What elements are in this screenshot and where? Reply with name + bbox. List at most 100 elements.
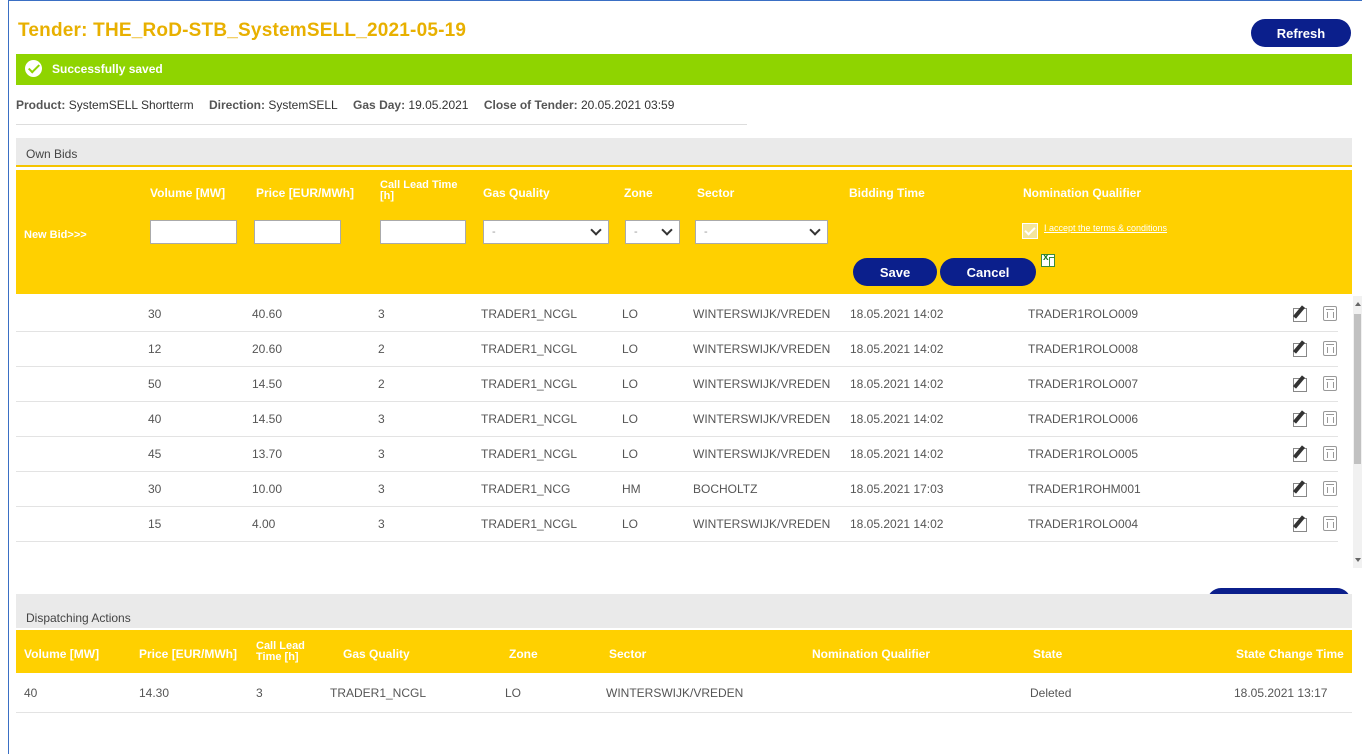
new-bid-label: New Bid>>> [24,229,87,241]
cell-zone: LO [622,377,639,391]
terms-checkbox[interactable] [1022,223,1038,239]
trash-icon[interactable] [1323,376,1337,391]
col-volume: Volume [MW] [150,186,226,200]
cell-nomination: TRADER1ROLO005 [1028,447,1139,461]
edit-icon[interactable] [1293,306,1307,322]
save-button[interactable]: Save [853,258,937,286]
cell-bidding-time: 18.05.2021 14:02 [850,342,944,356]
col-gas-quality: Gas Quality [483,186,550,200]
bids-scrollbar[interactable] [1353,296,1362,568]
price-input[interactable] [254,220,341,244]
edit-icon[interactable] [1293,446,1307,462]
trash-icon[interactable] [1323,341,1337,356]
scroll-thumb[interactable] [1354,314,1361,464]
dcol-gas-quality: Gas Quality [343,647,410,661]
cell-nomination: TRADER1ROLO008 [1028,342,1139,356]
cell-volume: 30 [148,482,162,496]
own-bids-header: Own Bids [16,138,1352,167]
cell-zone: LO [622,447,639,461]
chevron-down-icon [590,224,602,236]
col-sector: Sector [697,186,735,200]
cell-price: 14.50 [252,412,283,426]
cell-bidding-time: 18.05.2021 14:02 [850,447,944,461]
cell-zone: LO [622,517,639,531]
trash-icon[interactable] [1323,481,1337,496]
close-label: Close of Tender: [483,98,578,112]
dcol-state: State [1033,647,1063,661]
cell-price: 4.00 [252,517,276,531]
cell-gas-quality: TRADER1_NCGL [481,517,578,531]
cell-sector: WINTERSWIJK/VREDEN [693,342,831,356]
cell-sector: WINTERSWIJK/VREDEN [693,447,831,461]
trash-icon[interactable] [1323,516,1337,531]
cell-sector: BOCHOLTZ [693,482,758,496]
cell-zone: LO [622,342,639,356]
dcol-call-lead-line2: Time [h] [256,651,299,663]
cell-bidding-time: 18.05.2021 14:02 [850,377,944,391]
check-circle-icon [25,60,42,77]
direction-value: SystemSELL [268,98,338,112]
edit-icon[interactable] [1293,481,1307,497]
excel-export-icon[interactable] [1041,252,1055,267]
direction-label: Direction: [208,98,265,112]
dcell-call-lead: 3 [256,686,263,700]
zone-select[interactable]: - [625,220,680,244]
gasday-label: Gas Day: [353,98,406,112]
cell-zone: LO [622,307,639,321]
cell-volume: 50 [148,377,162,391]
cell-call-lead: 3 [378,482,385,496]
success-message: Successfully saved [52,62,163,76]
gasday-value: 19.05.2021 [408,98,469,112]
col-price: Price [EUR/MWh] [256,186,355,200]
dispatching-header [16,594,1352,602]
cell-sector: WINTERSWIJK/VREDEN [693,307,831,321]
cell-sector: WINTERSWIJK/VREDEN [693,517,831,531]
cell-price: 10.00 [252,482,283,496]
scroll-down-icon[interactable] [1355,558,1361,562]
dcell-state: Deleted [1030,686,1072,700]
dcol-nomination: Nomination Qualifier [812,647,931,661]
cell-volume: 12 [148,342,162,356]
edit-icon[interactable] [1293,411,1307,427]
gas-quality-select[interactable]: - [483,220,609,244]
cancel-button[interactable]: Cancel [940,258,1036,286]
cell-call-lead: 2 [378,377,385,391]
table-row: 40 14.50 3 TRADER1_NCGL LO WINTERSWIJK/V… [16,401,1338,437]
dispatching-title-bar: Dispatching Actions [16,602,1352,628]
zone-value: - [634,226,638,238]
dcol-call-lead: Call Lead Time [h] [256,641,305,663]
cell-gas-quality: TRADER1_NCGL [481,412,578,426]
edit-icon[interactable] [1293,376,1307,392]
dcol-volume: Volume [MW] [24,647,100,661]
table-row: 40 14.30 3 TRADER1_NCGL LO WINTERSWIJK/V… [16,674,1352,713]
dcell-sector: WINTERSWIJK/VREDEN [606,686,744,700]
edit-icon[interactable] [1293,516,1307,532]
own-bids-title: Own Bids [26,147,78,161]
refresh-button[interactable]: Refresh [1251,19,1351,47]
cell-bidding-time: 18.05.2021 14:02 [850,517,944,531]
cell-call-lead: 3 [378,412,385,426]
dcell-price: 14.30 [139,686,170,700]
chevron-down-icon [809,224,821,236]
cell-volume: 40 [148,412,162,426]
edit-icon[interactable] [1293,341,1307,357]
terms-link[interactable]: I accept the terms & conditions [1044,223,1167,233]
dcol-state-change: State Change Time [1236,647,1344,661]
dcol-price: Price [EUR/MWh] [139,647,238,661]
call-lead-time-input[interactable] [380,220,466,244]
scroll-up-icon[interactable] [1355,302,1361,306]
sector-select[interactable]: - [695,220,828,244]
dcol-zone: Zone [509,647,538,661]
trash-icon[interactable] [1323,306,1337,321]
trash-icon[interactable] [1323,411,1337,426]
trash-icon[interactable] [1323,446,1337,461]
divider [16,124,747,125]
dcell-state-change: 18.05.2021 13:17 [1234,686,1328,700]
cell-price: 14.50 [252,377,283,391]
table-row: 45 13.70 3 TRADER1_NCGL LO WINTERSWIJK/V… [16,436,1338,472]
cell-call-lead: 3 [378,447,385,461]
cell-volume: 45 [148,447,162,461]
chevron-down-icon [661,224,673,236]
volume-input[interactable] [150,220,237,244]
page-title: Tender: THE_RoD-STB_SystemSELL_2021-05-1… [18,20,467,41]
